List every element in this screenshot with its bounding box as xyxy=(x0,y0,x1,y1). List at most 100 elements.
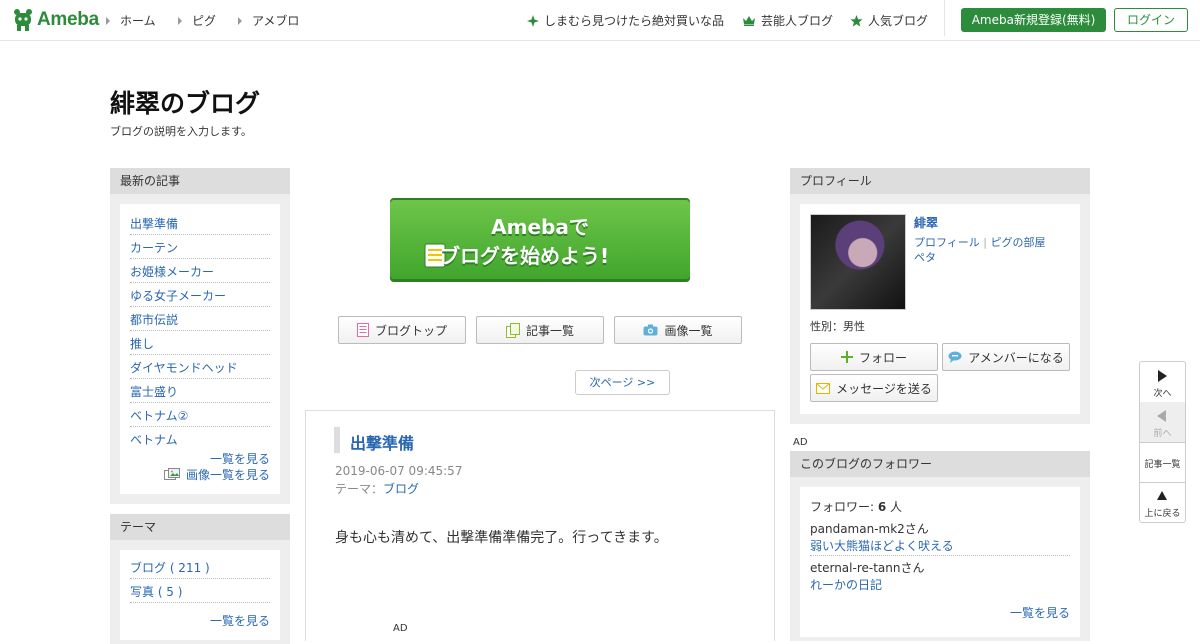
theme-heading: テーマ xyxy=(110,514,290,540)
follower-blog-link[interactable]: れーかの日記 xyxy=(810,578,882,592)
link-popular-blog[interactable]: 人気ブログ xyxy=(850,12,928,29)
theme-link[interactable]: 写真 ( 5 ) xyxy=(130,585,182,599)
popular-blog-label: 人気ブログ xyxy=(868,14,929,28)
promo-link-label: しまむら見つけたら絶対買いな品 xyxy=(544,14,725,28)
caret-right-icon xyxy=(178,16,182,25)
latest-entries-heading: 最新の記事 xyxy=(110,168,290,194)
list-item[interactable]: 推し xyxy=(130,332,270,355)
list-item: eternal-re-tannさん れーかの日記 xyxy=(810,559,1070,594)
follower-count: フォロワー: 6 人 xyxy=(810,498,902,515)
follow-button[interactable]: フォロー xyxy=(810,343,938,371)
profile-name[interactable]: 緋翠 xyxy=(914,214,938,231)
entry-link[interactable]: 都市伝説 xyxy=(130,313,178,327)
float-prev-label: 前へ xyxy=(1153,429,1172,439)
nav-item-ameblo[interactable]: アメブロ xyxy=(238,12,299,29)
profile-link[interactable]: プロフィール xyxy=(914,236,980,249)
latest-see-images-link[interactable]: 画像一覧を見る xyxy=(164,466,270,483)
list-item[interactable]: ベトナム② xyxy=(130,404,270,427)
float-list-label: 記事一覧 xyxy=(1144,460,1181,470)
entry-link[interactable]: ベトナム xyxy=(130,433,178,447)
list-item[interactable]: ゆる女子メーカー xyxy=(130,284,270,307)
next-page-button[interactable]: 次ページ >> xyxy=(575,370,670,395)
list-item[interactable]: 出撃準備 xyxy=(130,212,270,235)
ad-label: AD xyxy=(793,437,808,448)
float-top-button[interactable]: 上に戻る xyxy=(1140,482,1185,522)
plus-icon xyxy=(840,351,853,363)
entry-link[interactable]: ダイヤモンドヘッド xyxy=(130,361,238,375)
entry-link[interactable]: 富士盛り xyxy=(130,385,178,399)
blog-top-label: ブログトップ xyxy=(374,323,447,338)
banner-line1: Amebaで xyxy=(491,215,589,239)
image-list-label: 画像一覧 xyxy=(664,323,713,338)
blog-title[interactable]: 緋翠のブログ xyxy=(110,84,260,120)
image-list-button[interactable]: 画像一覧 xyxy=(614,316,742,344)
logo-text: Ameba xyxy=(37,9,99,30)
list-item[interactable]: ブログ ( 211 ) xyxy=(130,556,270,579)
float-prev-button[interactable]: 前へ xyxy=(1140,402,1185,443)
list-item[interactable]: 都市伝説 xyxy=(130,308,270,331)
entry-link[interactable]: ゆる女子メーカー xyxy=(130,289,226,303)
image-list-icon xyxy=(164,467,180,480)
caret-right-icon xyxy=(106,16,110,25)
play-left-icon xyxy=(1157,410,1166,422)
amember-button[interactable]: アメンバーになる xyxy=(942,343,1070,371)
list-item[interactable]: 富士盛り xyxy=(130,380,270,403)
camera-icon xyxy=(643,324,658,336)
profile-avatar[interactable] xyxy=(810,214,906,310)
latest-entries-list: 出撃準備 カーテン お姫様メーカー ゆる女子メーカー 都市伝説 推し ダイヤモン… xyxy=(130,212,270,450)
article-theme: テーマ：ブログ xyxy=(335,480,419,497)
promo-link-shimamura[interactable]: しまむら見つけたら絶対買いな品 xyxy=(527,12,724,29)
entry-list-label: 記事一覧 xyxy=(525,323,574,338)
amember-label: アメンバーになる xyxy=(968,350,1064,365)
message-button[interactable]: メッセージを送る xyxy=(810,374,938,402)
entry-link[interactable]: カーテン xyxy=(130,241,178,255)
play-right-icon xyxy=(1158,370,1167,382)
title-accent-bar xyxy=(334,427,340,453)
entry-link[interactable]: お姫様メーカー xyxy=(130,265,214,279)
pig-room-link[interactable]: ピグの部屋 xyxy=(991,236,1046,249)
nav-item-pig[interactable]: ピグ xyxy=(178,12,216,29)
list-item[interactable]: ベトナム xyxy=(130,428,270,450)
theme-link[interactable]: ブログ xyxy=(383,482,419,496)
follower-blog-link[interactable]: 弱い大熊猫ほどよく吠える xyxy=(810,539,954,553)
speech-bubble-icon xyxy=(948,351,962,363)
followers-see-all-link[interactable]: 一覧を見る xyxy=(1010,604,1070,621)
follow-label: フォロー xyxy=(858,350,907,365)
ameba-logo[interactable]: Ameba xyxy=(12,8,99,32)
float-top-label: 上に戻る xyxy=(1144,509,1181,519)
diamond-star-icon xyxy=(527,14,539,27)
start-blog-banner[interactable]: Amebaで ブログを始めよう! xyxy=(390,198,690,282)
crown-icon xyxy=(743,16,755,26)
blog-description: ブログの説明を入力します。 xyxy=(110,125,252,138)
article-title[interactable]: 出撃準備 xyxy=(350,430,414,454)
float-entry-list-button[interactable]: 記事一覧 xyxy=(1140,442,1185,483)
login-button[interactable]: ログイン xyxy=(1114,8,1188,32)
ameba-mascot-icon xyxy=(14,9,32,31)
list-item: pandaman-mk2さん 弱い大熊猫ほどよく吠える xyxy=(810,520,1070,556)
nav-label: ピグ xyxy=(192,14,217,28)
profile-gender: 性別：男性 xyxy=(810,320,865,333)
entry-link[interactable]: 推し xyxy=(130,337,154,351)
nav-label: アメブロ xyxy=(252,14,300,28)
nav-item-home[interactable]: ホーム xyxy=(106,12,156,29)
theme-link[interactable]: ブログ ( 211 ) xyxy=(130,561,210,575)
list-item[interactable]: 写真 ( 5 ) xyxy=(130,580,270,603)
peta-link[interactable]: ペタ xyxy=(914,249,936,265)
star-icon xyxy=(850,14,863,27)
list-item[interactable]: お姫様メーカー xyxy=(130,260,270,283)
entry-list-button[interactable]: 記事一覧 xyxy=(476,316,604,344)
entry-link[interactable]: 出撃準備 xyxy=(130,217,178,231)
link-celebrity-blog[interactable]: 芸能人ブログ xyxy=(742,12,833,29)
follower-count-unit: 人 xyxy=(886,500,903,514)
list-item[interactable]: ダイヤモンドヘッド xyxy=(130,356,270,379)
register-button[interactable]: Ameba新規登録(無料) xyxy=(961,8,1106,32)
theme-see-all-link[interactable]: 一覧を見る xyxy=(210,612,270,629)
blog-top-button[interactable]: ブログトップ xyxy=(338,316,466,344)
latest-see-all-link[interactable]: 一覧を見る xyxy=(210,450,270,467)
entry-link[interactable]: ベトナム② xyxy=(130,409,188,423)
list-item[interactable]: カーテン xyxy=(130,236,270,259)
celebrity-blog-label: 芸能人ブログ xyxy=(761,14,834,28)
link-separator: | xyxy=(983,236,987,249)
float-next-button[interactable]: 次へ xyxy=(1140,362,1185,403)
follower-count-value: 6 xyxy=(877,500,887,514)
